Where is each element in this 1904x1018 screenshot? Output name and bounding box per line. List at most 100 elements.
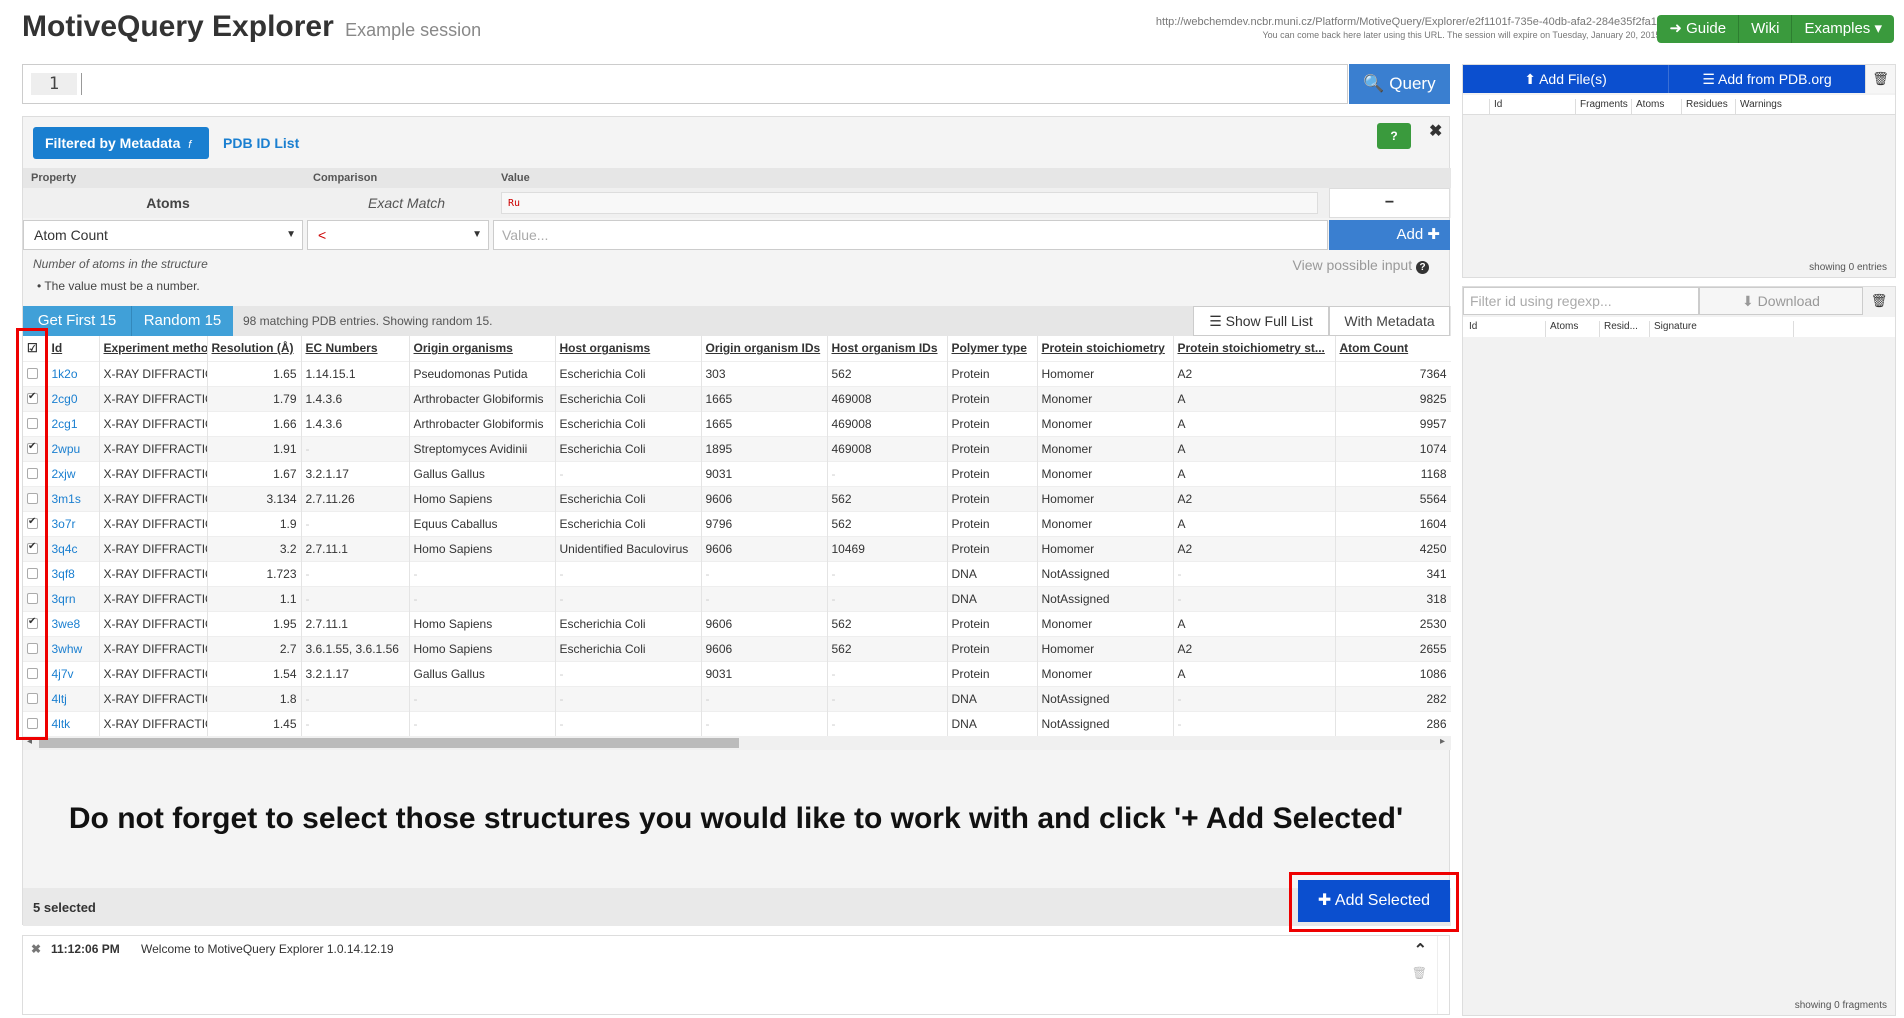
with-metadata-button[interactable]: With Metadata [1329, 306, 1450, 336]
table-cell: X-RAY DIFFRACTION [99, 410, 208, 436]
table-cell: Escherichia Coli [555, 635, 702, 661]
tab-filtered-by-metadata[interactable]: Filtered by Metadata f [33, 127, 209, 159]
pdb-id-link[interactable]: 4ltk [47, 710, 100, 736]
examples-button[interactable]: Examples ▾ [1792, 15, 1894, 43]
pdb-id-link[interactable]: 2cg0 [47, 385, 100, 411]
scroll-thumb[interactable] [39, 738, 739, 748]
table-cell: 1665 [701, 410, 828, 436]
caret-down-icon: ▼ [286, 229, 296, 240]
col-header[interactable]: Fragments [1575, 99, 1628, 115]
add-from-pdb-button[interactable]: ☰ Add from PDB.org [1669, 65, 1865, 93]
pdb-id-link[interactable]: 1k2o [47, 360, 100, 386]
comparison-select[interactable]: < ▼ [307, 220, 489, 250]
col-header[interactable]: Signature [1649, 321, 1697, 337]
col-header[interactable]: Id [1489, 99, 1502, 115]
help-button[interactable]: ? [1377, 123, 1411, 149]
horizontal-scrollbar[interactable]: ◂ ▸ [23, 736, 1451, 750]
col-header[interactable]: Residues [1681, 99, 1728, 115]
pdb-id-link[interactable]: 4ltj [47, 685, 100, 711]
pdb-id-link[interactable]: 3whw [47, 635, 100, 661]
table-row[interactable]: 3whwX-RAY DIFFRACTION2.73.6.1.55, 3.6.1.… [23, 635, 1451, 661]
add-files-button[interactable]: ⬆ Add File(s) [1463, 65, 1669, 93]
pdb-id-link[interactable]: 3q4c [47, 535, 100, 561]
col-header[interactable]: Resolution (Å) [207, 336, 302, 361]
query-button[interactable]: 🔍 Query [1349, 64, 1450, 104]
table-row[interactable]: 2wpuX-RAY DIFFRACTION1.91-Streptomyces A… [23, 435, 1451, 461]
table-cell: Homo Sapiens [409, 635, 556, 661]
log-scrollbar[interactable] [1437, 936, 1449, 1014]
chevron-up-icon[interactable]: ⌃ [1414, 940, 1427, 960]
fragment-filter-input[interactable]: Filter id using regexp... [1463, 287, 1699, 315]
table-row[interactable]: 2cg0X-RAY DIFFRACTION1.791.4.3.6Arthroba… [23, 385, 1451, 411]
pdb-id-link[interactable]: 3we8 [47, 610, 100, 636]
property-select[interactable]: Atom Count ▼ [23, 220, 303, 250]
pdb-id-link[interactable]: 2xjw [47, 460, 100, 486]
table-row[interactable]: 4ltkX-RAY DIFFRACTION1.45-----DNANotAssi… [23, 710, 1451, 736]
table-cell: Monomer [1037, 410, 1174, 436]
col-header[interactable]: Resid... [1599, 321, 1638, 337]
col-header[interactable]: Protein stoichiometry st... [1173, 336, 1336, 361]
col-header[interactable]: EC Numbers [301, 336, 410, 361]
col-header[interactable]: Id [47, 336, 100, 361]
files-footer: showing 0 entries [1809, 262, 1887, 273]
guide-button[interactable]: ➜ Guide [1657, 15, 1740, 43]
col-header[interactable]: Origin organisms [409, 336, 556, 361]
table-row[interactable]: 3qf8X-RAY DIFFRACTION1.723-----DNANotAss… [23, 560, 1451, 586]
table-row[interactable]: 4j7vX-RAY DIFFRACTION1.543.2.1.17Gallus … [23, 660, 1451, 686]
table-cell: 9957 [1335, 410, 1451, 436]
col-header[interactable]: Experiment method [99, 336, 208, 361]
col-header[interactable]: Protein stoichiometry [1037, 336, 1174, 361]
col-header[interactable]: Host organism IDs [827, 336, 948, 361]
col-header[interactable]: Warnings [1735, 99, 1782, 115]
value-input[interactable]: Value... [493, 220, 1328, 250]
table-row[interactable]: 3q4cX-RAY DIFFRACTION3.22.7.11.1Homo Sap… [23, 535, 1451, 561]
table-row[interactable]: 3qrnX-RAY DIFFRACTION1.1-----DNANotAssig… [23, 585, 1451, 611]
col-header[interactable]: Origin organism IDs [701, 336, 828, 361]
add-criterion-button[interactable]: Add ✚ [1329, 220, 1450, 250]
table-row[interactable]: 4ltjX-RAY DIFFRACTION1.8-----DNANotAssig… [23, 685, 1451, 711]
view-possible-input-link[interactable]: View possible input ? [1293, 257, 1429, 274]
table-row[interactable]: 3o7rX-RAY DIFFRACTION1.9-Equus CaballusE… [23, 510, 1451, 536]
table-cell: - [1173, 685, 1336, 711]
session-url-text[interactable]: http://webchemdev.ncbr.muni.cz/Platform/… [1156, 16, 1663, 28]
table-row[interactable]: 3m1sX-RAY DIFFRACTION3.1342.7.11.26Homo … [23, 485, 1451, 511]
query-editor[interactable]: 1 [22, 64, 1348, 104]
tab-pdb-id-list[interactable]: PDB ID List [223, 127, 299, 159]
col-header[interactable]: Atom Count [1335, 336, 1451, 361]
col-header[interactable]: Host organisms [555, 336, 702, 361]
table-cell: NotAssigned [1037, 710, 1174, 736]
table-row[interactable]: 2cg1X-RAY DIFFRACTION1.661.4.3.6Arthroba… [23, 410, 1451, 436]
download-button[interactable]: ⬇ Download [1699, 287, 1863, 315]
remove-criterion-button[interactable]: − [1329, 188, 1450, 218]
arrow-right-icon[interactable]: ▸ [1440, 736, 1445, 747]
random-button[interactable]: Random 15 [131, 306, 233, 336]
dismiss-icon[interactable]: ✖ [31, 942, 41, 956]
table-row[interactable]: 3we8X-RAY DIFFRACTION1.952.7.11.1Homo Sa… [23, 610, 1451, 636]
pdb-id-link[interactable]: 3qf8 [47, 560, 100, 586]
col-header[interactable]: Atoms [1631, 99, 1664, 115]
table-cell: - [301, 510, 410, 536]
pdb-id-link[interactable]: 2wpu [47, 435, 100, 461]
pdb-id-link[interactable]: 2cg1 [47, 410, 100, 436]
trash-icon[interactable]: 🗑 [1863, 287, 1895, 315]
table-cell: X-RAY DIFFRACTION [99, 385, 208, 411]
pdb-id-link[interactable]: 3o7r [47, 510, 100, 536]
pdb-id-link[interactable]: 3m1s [47, 485, 100, 511]
criterion-value[interactable]: Ru [501, 192, 1318, 214]
pdb-id-link[interactable]: 4j7v [47, 660, 100, 686]
table-row[interactable]: 1k2oX-RAY DIFFRACTION1.651.14.15.1Pseudo… [23, 360, 1451, 386]
table-cell: Unidentified Baculovirus [555, 535, 702, 561]
col-header[interactable]: Atoms [1545, 321, 1578, 337]
pdb-id-link[interactable]: 3qrn [47, 585, 100, 611]
table-cell: - [827, 585, 948, 611]
wiki-button[interactable]: Wiki [1739, 15, 1793, 43]
selection-bar: 5 selected [23, 888, 1451, 926]
col-header[interactable]: Polymer type [947, 336, 1038, 361]
table-cell: 318 [1335, 585, 1451, 611]
close-icon[interactable]: ✖ [1429, 121, 1442, 141]
show-full-list-button[interactable]: ☰ Show Full List [1193, 306, 1329, 336]
trash-icon[interactable]: 🗑 [1412, 966, 1427, 980]
table-row[interactable]: 2xjwX-RAY DIFFRACTION1.673.2.1.17Gallus … [23, 460, 1451, 486]
trash-icon[interactable]: 🗑 [1865, 65, 1895, 93]
col-header[interactable]: Id [1465, 321, 1477, 337]
